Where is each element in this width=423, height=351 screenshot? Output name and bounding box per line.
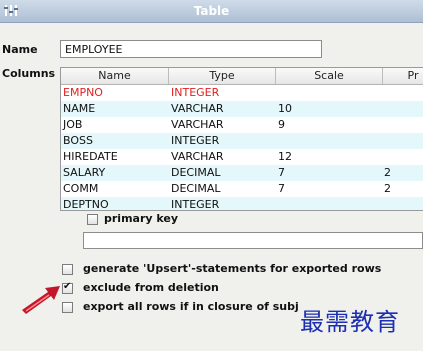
cell-name: COMM (63, 182, 99, 195)
export-all-rows-label: export all rows if in closure of subj (83, 300, 299, 313)
table-name-input[interactable]: EMPLOYEE (60, 40, 322, 58)
generate-upsert-checkbox[interactable] (62, 264, 73, 275)
table-row[interactable]: COMM DECIMAL 7 2 (61, 181, 423, 197)
arrow-pointer-icon (22, 286, 60, 314)
cell-name: NAME (63, 102, 96, 115)
table-row[interactable]: HIREDATE VARCHAR 12 (61, 149, 423, 165)
table-row[interactable]: SALARY DECIMAL 7 2 (61, 165, 423, 181)
cell-type: INTEGER (171, 86, 220, 99)
column-header-scale[interactable]: Scale (276, 68, 383, 84)
table-header: Name Type Scale Pr (61, 68, 423, 85)
cell-scale: 9 (278, 118, 285, 131)
cell-type: DECIMAL (171, 182, 221, 195)
cell-scale: 7 (278, 182, 285, 195)
cell-type: VARCHAR (171, 118, 224, 131)
cell-type: DECIMAL (171, 166, 221, 179)
cell-type: VARCHAR (171, 150, 224, 163)
table-row[interactable]: EMPNO INTEGER (61, 85, 423, 101)
window-title: Table (193, 4, 230, 18)
columns-table[interactable]: Name Type Scale Pr EMPNO INTEGER NAME VA… (60, 67, 423, 211)
cell-name: DEPTNO (63, 198, 109, 211)
cell-precision: 2 (384, 166, 391, 179)
table-row[interactable]: NAME VARCHAR 10 (61, 101, 423, 117)
cell-type: INTEGER (171, 198, 220, 211)
primary-key-checkbox[interactable] (87, 214, 98, 225)
cell-name: HIREDATE (63, 150, 118, 163)
cell-type: VARCHAR (171, 102, 224, 115)
exclude-deletion-label: exclude from deletion (83, 281, 219, 294)
name-label: Name (2, 43, 38, 56)
cell-scale: 7 (278, 166, 285, 179)
cell-scale: 12 (278, 150, 292, 163)
primary-key-label: primary key (104, 212, 179, 225)
table-row[interactable]: DEPTNO INTEGER (61, 197, 423, 211)
table-row[interactable]: JOB VARCHAR 9 (61, 117, 423, 133)
title-bar: Table (0, 0, 423, 23)
column-header-type[interactable]: Type (169, 68, 276, 84)
cell-name: SALARY (63, 166, 106, 179)
cell-name: JOB (63, 118, 83, 131)
cell-type: INTEGER (171, 134, 220, 147)
cell-name: EMPNO (63, 86, 103, 99)
primary-key-input[interactable] (83, 232, 423, 249)
column-header-name[interactable]: Name (61, 68, 169, 84)
watermark-text: 最需教育 (300, 308, 400, 336)
columns-label: Columns (2, 67, 56, 80)
column-header-precision[interactable]: Pr (383, 68, 423, 84)
cell-name: BOSS (63, 134, 93, 147)
table-row[interactable]: BOSS INTEGER (61, 133, 423, 149)
cell-precision: 2 (384, 182, 391, 195)
generate-upsert-label: generate 'Upsert'-statements for exporte… (83, 262, 382, 275)
cell-scale: 10 (278, 102, 292, 115)
